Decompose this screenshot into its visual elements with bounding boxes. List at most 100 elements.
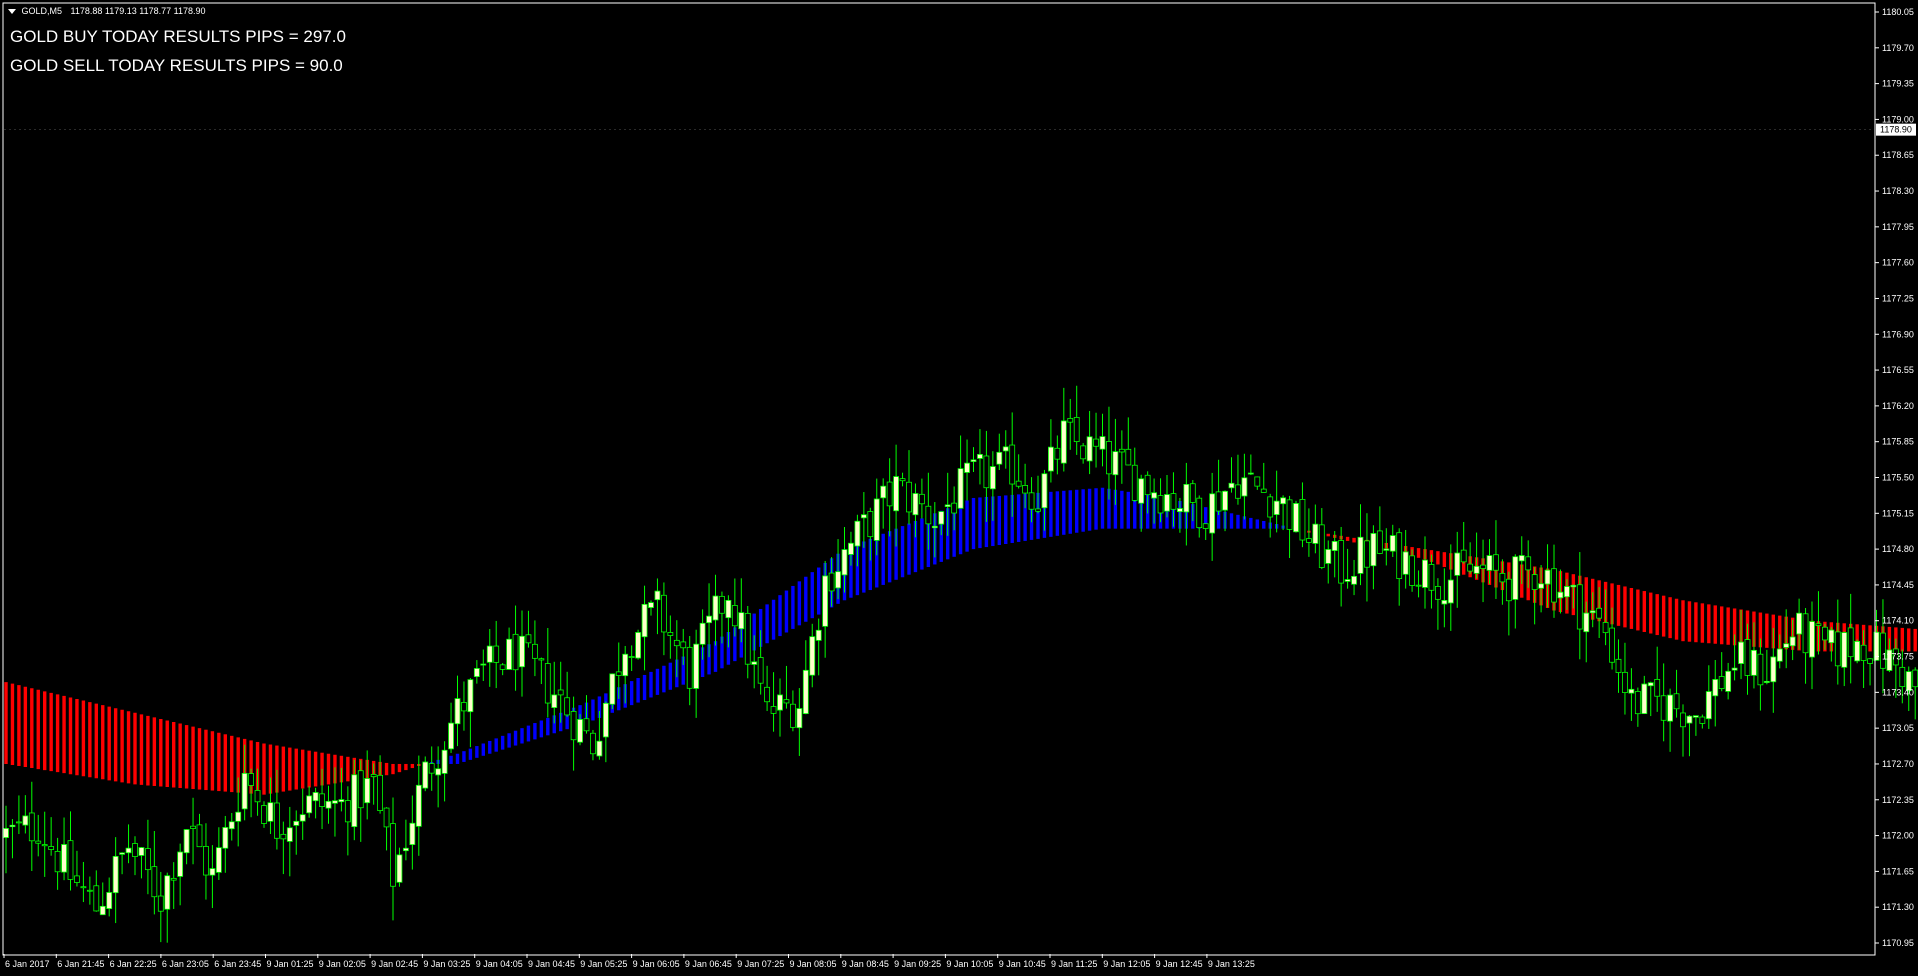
candle bbox=[1306, 508, 1312, 557]
time-tick-label: 9 Jan 07:25 bbox=[737, 959, 784, 969]
time-tick-label: 9 Jan 12:05 bbox=[1103, 959, 1150, 969]
candle bbox=[312, 787, 319, 819]
candle bbox=[1712, 659, 1719, 727]
candle bbox=[1202, 523, 1209, 540]
candle bbox=[151, 831, 158, 915]
candle bbox=[1112, 418, 1119, 505]
candle bbox=[1551, 544, 1557, 618]
time-tick-label: 9 Jan 01:25 bbox=[267, 959, 314, 969]
candle bbox=[1654, 646, 1661, 712]
candle bbox=[170, 862, 177, 909]
candle bbox=[1247, 454, 1254, 476]
candle bbox=[1460, 521, 1467, 564]
candle bbox=[1351, 559, 1357, 596]
time-tick-label: 9 Jan 03:25 bbox=[423, 959, 470, 969]
candle bbox=[1235, 454, 1241, 505]
candle bbox=[1609, 607, 1615, 670]
candle bbox=[1570, 584, 1577, 609]
price-tick-label: 1174.10 bbox=[1882, 616, 1914, 626]
candle bbox=[1338, 526, 1345, 607]
candle bbox=[428, 746, 435, 791]
candle bbox=[3, 805, 9, 874]
candle bbox=[1389, 524, 1396, 558]
candle bbox=[1467, 542, 1474, 575]
candle bbox=[86, 876, 93, 905]
candle bbox=[925, 472, 932, 550]
price-tick-label: 1175.50 bbox=[1882, 473, 1914, 483]
candle bbox=[190, 797, 196, 865]
candle bbox=[164, 872, 171, 943]
price-chart[interactable]: 1180.05 1179.70 1179.35 1179.00 1178.65 1178.… bbox=[0, 0, 1918, 976]
candle bbox=[1241, 453, 1248, 520]
time-tick-label: 6 Jan 23:05 bbox=[162, 959, 209, 969]
candle bbox=[99, 882, 106, 916]
candle bbox=[944, 472, 951, 536]
candle bbox=[319, 768, 325, 830]
candle bbox=[1544, 544, 1551, 608]
candle bbox=[1557, 569, 1564, 614]
candle bbox=[1222, 490, 1228, 532]
candle bbox=[1402, 529, 1409, 589]
candle bbox=[1770, 627, 1777, 713]
candle bbox=[1499, 559, 1506, 605]
candle bbox=[835, 539, 841, 600]
candle bbox=[280, 821, 287, 875]
candle bbox=[215, 827, 222, 880]
ohlc-readout: 1178.88 1179.13 1178.77 1178.90 bbox=[70, 6, 206, 16]
candle bbox=[964, 439, 970, 501]
price-tick-label: 1176.90 bbox=[1882, 329, 1914, 339]
candle bbox=[1215, 459, 1222, 516]
candle bbox=[80, 861, 87, 903]
candle bbox=[989, 451, 996, 521]
candle bbox=[725, 595, 732, 648]
candle bbox=[9, 819, 16, 859]
candle bbox=[1067, 398, 1074, 450]
candle bbox=[1196, 495, 1203, 538]
candle bbox=[738, 578, 745, 643]
candle bbox=[41, 811, 48, 877]
candle bbox=[364, 750, 371, 820]
candle bbox=[686, 636, 693, 706]
candle bbox=[1512, 554, 1519, 629]
candle bbox=[1009, 412, 1016, 517]
candle bbox=[783, 665, 790, 709]
candle bbox=[325, 785, 332, 824]
candle bbox=[1254, 476, 1261, 490]
candle bbox=[1673, 669, 1680, 718]
candle bbox=[680, 628, 687, 665]
candle bbox=[261, 801, 267, 828]
chart-header: GOLD,M5 1178.88 1179.13 1178.77 1178.90 bbox=[8, 6, 206, 16]
candle bbox=[1789, 619, 1796, 661]
candle bbox=[712, 574, 719, 646]
candle bbox=[390, 797, 396, 921]
candle bbox=[673, 620, 680, 678]
candle bbox=[854, 514, 861, 567]
candle bbox=[67, 811, 74, 891]
candle bbox=[1099, 413, 1106, 467]
candle bbox=[1286, 495, 1293, 558]
candle bbox=[1480, 539, 1486, 603]
time-tick-label: 9 Jan 05:25 bbox=[580, 959, 627, 969]
candle bbox=[609, 673, 616, 710]
candle bbox=[919, 478, 925, 519]
time-tick-label: 9 Jan 11:25 bbox=[1051, 959, 1097, 969]
candle bbox=[912, 483, 919, 538]
candle bbox=[1080, 443, 1087, 464]
candle bbox=[241, 744, 248, 821]
candle bbox=[893, 444, 899, 547]
candle bbox=[899, 472, 906, 487]
time-tick-label: 9 Jan 04:45 bbox=[528, 959, 575, 969]
candle bbox=[306, 786, 313, 818]
candle bbox=[1718, 652, 1725, 692]
time-tick-label: 9 Jan 08:45 bbox=[842, 959, 889, 969]
candle bbox=[1415, 570, 1422, 598]
time-tick-label: 9 Jan 09:25 bbox=[894, 959, 941, 969]
candle bbox=[286, 806, 293, 877]
candle bbox=[648, 600, 654, 616]
candle bbox=[28, 781, 35, 872]
chart-menu-triangle-icon[interactable] bbox=[8, 9, 16, 15]
candle bbox=[1035, 475, 1041, 514]
price-tick-label: 1176.20 bbox=[1882, 401, 1914, 411]
candle bbox=[473, 660, 480, 684]
candle bbox=[860, 492, 867, 548]
